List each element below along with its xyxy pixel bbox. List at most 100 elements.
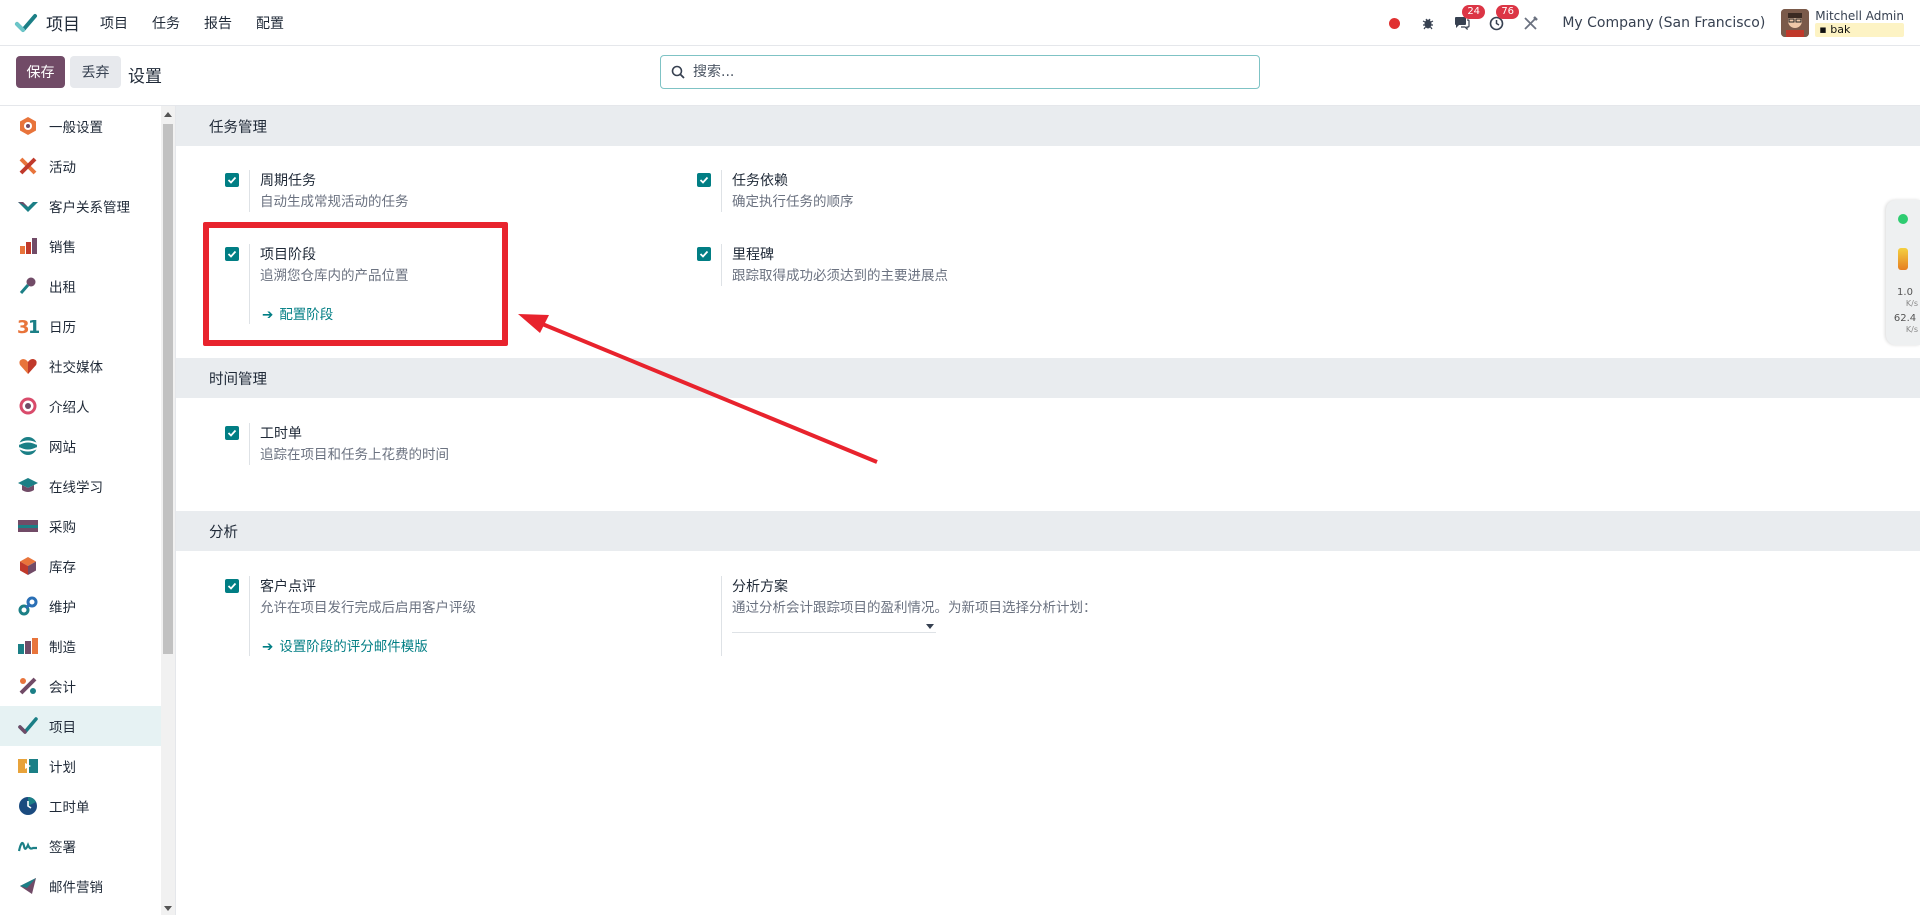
svg-text:1: 1 xyxy=(28,317,39,336)
menu-projects[interactable]: 项目 xyxy=(100,13,128,33)
scroll-up-arrow-icon[interactable] xyxy=(164,112,172,117)
sidebar-item-email-marketing[interactable]: 邮件营销 xyxy=(0,866,175,906)
messages-icon[interactable]: 24 xyxy=(1452,5,1486,33)
sidebar-item-purchase[interactable]: 采购 xyxy=(0,506,175,546)
website-icon xyxy=(17,435,39,457)
recurring-tasks-checkbox[interactable] xyxy=(225,173,239,187)
setting-divider xyxy=(721,244,722,286)
sidebar-item-general-settings[interactable]: 一般设置 xyxy=(0,106,175,146)
search-input[interactable] xyxy=(693,64,1233,80)
sidebar-item-planning[interactable]: 计划 xyxy=(0,746,175,786)
setting-description: 确定执行任务的顺序 xyxy=(732,194,854,210)
arrow-right-icon: ➔ xyxy=(262,639,274,655)
sidebar-item-label: 销售 xyxy=(49,240,76,256)
sidebar-item-label: 介绍人 xyxy=(49,400,90,416)
sidebar-item-manufacturing[interactable]: 制造 xyxy=(0,626,175,666)
section-title-task-management: 任务管理 xyxy=(176,106,1920,146)
bug-icon[interactable] xyxy=(1418,13,1438,33)
search-bar[interactable] xyxy=(660,55,1260,89)
settings-icon xyxy=(17,115,39,137)
crm-icon xyxy=(17,195,39,217)
sidebar-item-rental[interactable]: 出租 xyxy=(0,266,175,306)
sidebar-item-social[interactable]: 社交媒体 xyxy=(0,346,175,386)
setting-divider xyxy=(721,576,722,656)
setting-timesheets: 工时单 追踪在项目和任务上花费的时间 xyxy=(225,423,625,473)
download-unit: K/s xyxy=(1905,325,1918,334)
usage-bar-icon xyxy=(1898,248,1908,270)
referral-icon xyxy=(17,395,39,417)
elearning-icon xyxy=(17,475,39,497)
sidebar-item-label: 一般设置 xyxy=(49,120,103,136)
inventory-icon xyxy=(17,555,39,577)
sidebar-item-maintenance[interactable]: 维护 xyxy=(0,586,175,626)
company-switcher[interactable]: My Company (San Francisco) xyxy=(1562,15,1765,31)
sidebar-item-activity[interactable]: 活动 xyxy=(0,146,175,186)
setting-divider xyxy=(249,423,250,465)
sidebar-item-label: 项目 xyxy=(49,720,76,736)
user-avatar[interactable] xyxy=(1781,9,1810,37)
sidebar-item-accounting[interactable]: 会计 xyxy=(0,666,175,706)
analytic-plan-select[interactable] xyxy=(732,632,936,633)
setting-divider xyxy=(249,170,250,212)
setting-title: 里程碑 xyxy=(732,247,774,263)
sidebar-item-project[interactable]: 项目 xyxy=(0,706,175,746)
task-dependencies-checkbox[interactable] xyxy=(697,173,711,187)
sidebar-item-sign[interactable]: 签署 xyxy=(0,826,175,866)
sidebar-item-crm[interactable]: 客户关系管理 xyxy=(0,186,175,226)
setting-title: 任务依赖 xyxy=(732,173,788,189)
setting-title: 客户点评 xyxy=(260,579,316,595)
milestones-checkbox[interactable] xyxy=(697,247,711,261)
save-button[interactable]: 保存 xyxy=(16,56,65,88)
messages-badge: 24 xyxy=(1462,5,1486,19)
sidebar-item-label: 网站 xyxy=(49,440,76,456)
menu-reporting[interactable]: 报告 xyxy=(204,13,232,33)
menu-tasks[interactable]: 任务 xyxy=(152,13,180,33)
rating-email-template-link[interactable]: ➔ 设置阶段的评分邮件模版 xyxy=(262,635,428,655)
sidebar-item-timesheet[interactable]: 工时单 xyxy=(0,786,175,826)
record-icon[interactable] xyxy=(1384,13,1404,33)
upload-unit: K/s xyxy=(1905,299,1918,308)
scrollbar-thumb[interactable] xyxy=(163,124,173,654)
accounting-icon xyxy=(17,675,39,697)
top-navbar: 项目 项目 任务 报告 配置 24 76 My Company (San Fra… xyxy=(0,0,1920,46)
planning-icon xyxy=(17,755,39,777)
sidebar-item-elearning[interactable]: 在线学习 xyxy=(0,466,175,506)
tools-icon[interactable] xyxy=(1520,13,1540,33)
sidebar-item-label: 签署 xyxy=(49,840,76,856)
sidebar-item-label: 活动 xyxy=(49,160,76,176)
sales-icon xyxy=(17,235,39,257)
setting-description: 通过分析会计跟踪项目的盈利情况。为新项目选择分析计划： xyxy=(732,600,1097,616)
setting-divider xyxy=(249,576,250,656)
sidebar-item-inventory[interactable]: 库存 xyxy=(0,546,175,586)
activity-clock-icon[interactable]: 76 xyxy=(1486,5,1520,33)
customer-rating-checkbox[interactable] xyxy=(225,579,239,593)
timesheets-checkbox[interactable] xyxy=(225,426,239,440)
chevron-down-icon[interactable] xyxy=(926,624,934,629)
setting-description: 跟踪取得成功必须达到的主要进展点 xyxy=(732,268,948,284)
sidebar-item-label: 制造 xyxy=(49,640,76,656)
main-menu: 项目 任务 报告 配置 xyxy=(100,13,308,33)
activity-badge: 76 xyxy=(1496,5,1520,19)
sidebar-scrollbar[interactable] xyxy=(161,106,175,915)
app-brand[interactable]: 项目 xyxy=(14,10,80,35)
sidebar-item-sales[interactable]: 销售 xyxy=(0,226,175,266)
database-tag: ▪ bak xyxy=(1815,23,1904,37)
sidebar-item-label: 库存 xyxy=(49,560,76,576)
setting-divider xyxy=(721,170,722,212)
sidebar-item-label: 邮件营销 xyxy=(49,880,103,896)
network-monitor-widget[interactable]: 1.0 K/s 62.4 K/s xyxy=(1886,200,1920,345)
sidebar-item-calendar[interactable]: 31 日历 xyxy=(0,306,175,346)
rental-icon xyxy=(17,275,39,297)
sidebar-item-referral[interactable]: 介绍人 xyxy=(0,386,175,426)
calendar-icon: 31 xyxy=(17,315,39,337)
sidebar-item-website[interactable]: 网站 xyxy=(0,426,175,466)
upload-speed: 1.0 xyxy=(1897,287,1913,298)
setting-milestones: 里程碑 跟踪取得成功必须达到的主要进展点 xyxy=(697,244,1097,294)
user-menu[interactable]: Mitchell Admin ▪ bak xyxy=(1815,9,1904,37)
scroll-down-arrow-icon[interactable] xyxy=(164,906,172,911)
setting-title: 周期任务 xyxy=(260,173,316,189)
menu-configuration[interactable]: 配置 xyxy=(256,13,284,33)
discard-button[interactable]: 丢弃 xyxy=(70,56,121,88)
setting-description: 自动生成常规活动的任务 xyxy=(260,194,409,210)
sidebar-item-label: 工时单 xyxy=(49,800,90,816)
